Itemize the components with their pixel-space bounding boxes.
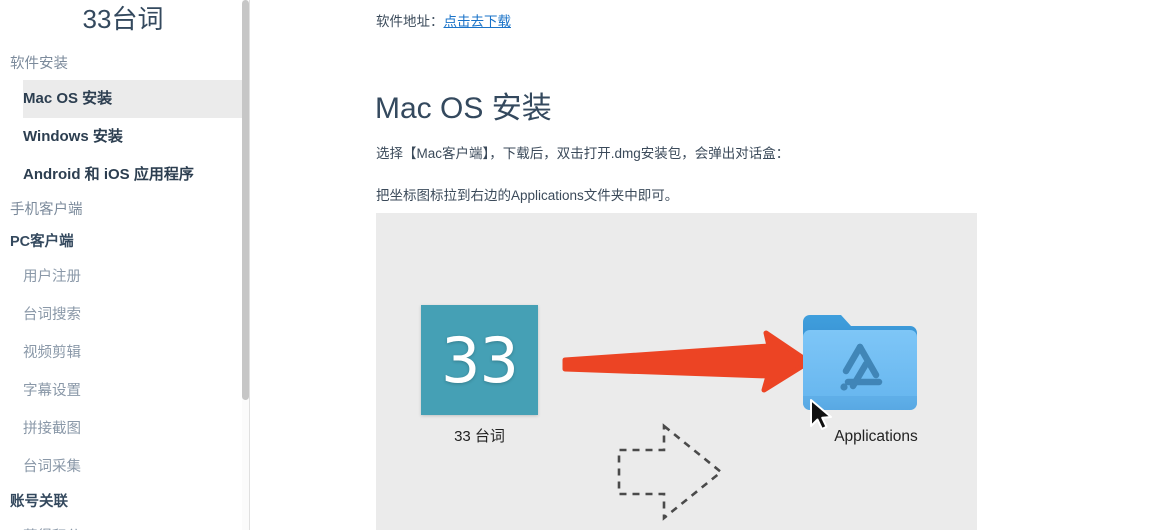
page-root: 33台词 软件安装 Mac OS 安装 Windows 安装 Android 和… [0,0,1175,530]
dashed-arrow-icon [617,423,724,521]
app-icon-number: 33 [441,323,519,397]
sidebar-section-software-install[interactable]: 软件安装 [0,48,246,80]
sidebar-item-video-editing[interactable]: 视频剪辑 [0,334,246,372]
paragraph-install-steps: 选择【Mac客户端】，下载后，双击打开.dmg安装包，会弹出对话盒： [376,145,790,161]
sidebar-item-user-registration[interactable]: 用户注册 [0,258,246,296]
sidebar-item-earn-points[interactable]: 获得积分 [0,518,246,530]
sidebar-item-line-search[interactable]: 台词搜索 [0,296,246,334]
sidebar-item-windows-install[interactable]: Windows 安装 [0,118,246,156]
sidebar-item-subtitle-settings[interactable]: 字幕设置 [0,372,246,410]
download-link[interactable]: 点击去下载 [444,14,512,29]
sidebar-scrollbar-thumb[interactable] [242,0,249,400]
download-address-line: 软件地址：点击去下载 [376,12,511,32]
sidebar-item-stitched-screenshot[interactable]: 拼接截图 [0,410,246,448]
dmg-installer-figure: 33 33 台词 Applications [376,213,977,530]
page-title: Mac OS 安装 [375,92,552,126]
sidebar-logo[interactable]: 33台词 [0,2,246,36]
paragraph-drag-instruction: 把坐标图标拉到右边的Applications文件夹中即可。 [376,187,679,203]
download-address-label: 软件地址： [376,14,444,29]
app-icon-33[interactable]: 33 [421,305,538,415]
sidebar-item-android-ios-apps[interactable]: Android 和 iOS 应用程序 [0,156,246,194]
sidebar-scrollbar-track[interactable] [242,0,249,530]
content-area: 软件地址：点击去下载 Mac OS 安装 选择【Mac客户端】，下载后，双击打开… [251,0,1175,530]
sidebar-item-line-collection[interactable]: 台词采集 [0,448,246,486]
sidebar: 33台词 软件安装 Mac OS 安装 Windows 安装 Android 和… [0,0,250,530]
sidebar-item-mac-os-install[interactable]: Mac OS 安装 [23,80,246,118]
applications-folder-label: Applications [834,428,918,445]
red-arrow-icon [562,330,811,393]
sidebar-section-mobile-client[interactable]: 手机客户端 [0,194,246,226]
sidebar-section-account-link[interactable]: 账号关联 [0,486,246,518]
app-icon-label: 33 台词 [454,428,505,445]
sidebar-section-pc-client[interactable]: PC客户端 [0,226,246,258]
sidebar-nav: 软件安装 Mac OS 安装 Windows 安装 Android 和 iOS … [0,48,246,530]
